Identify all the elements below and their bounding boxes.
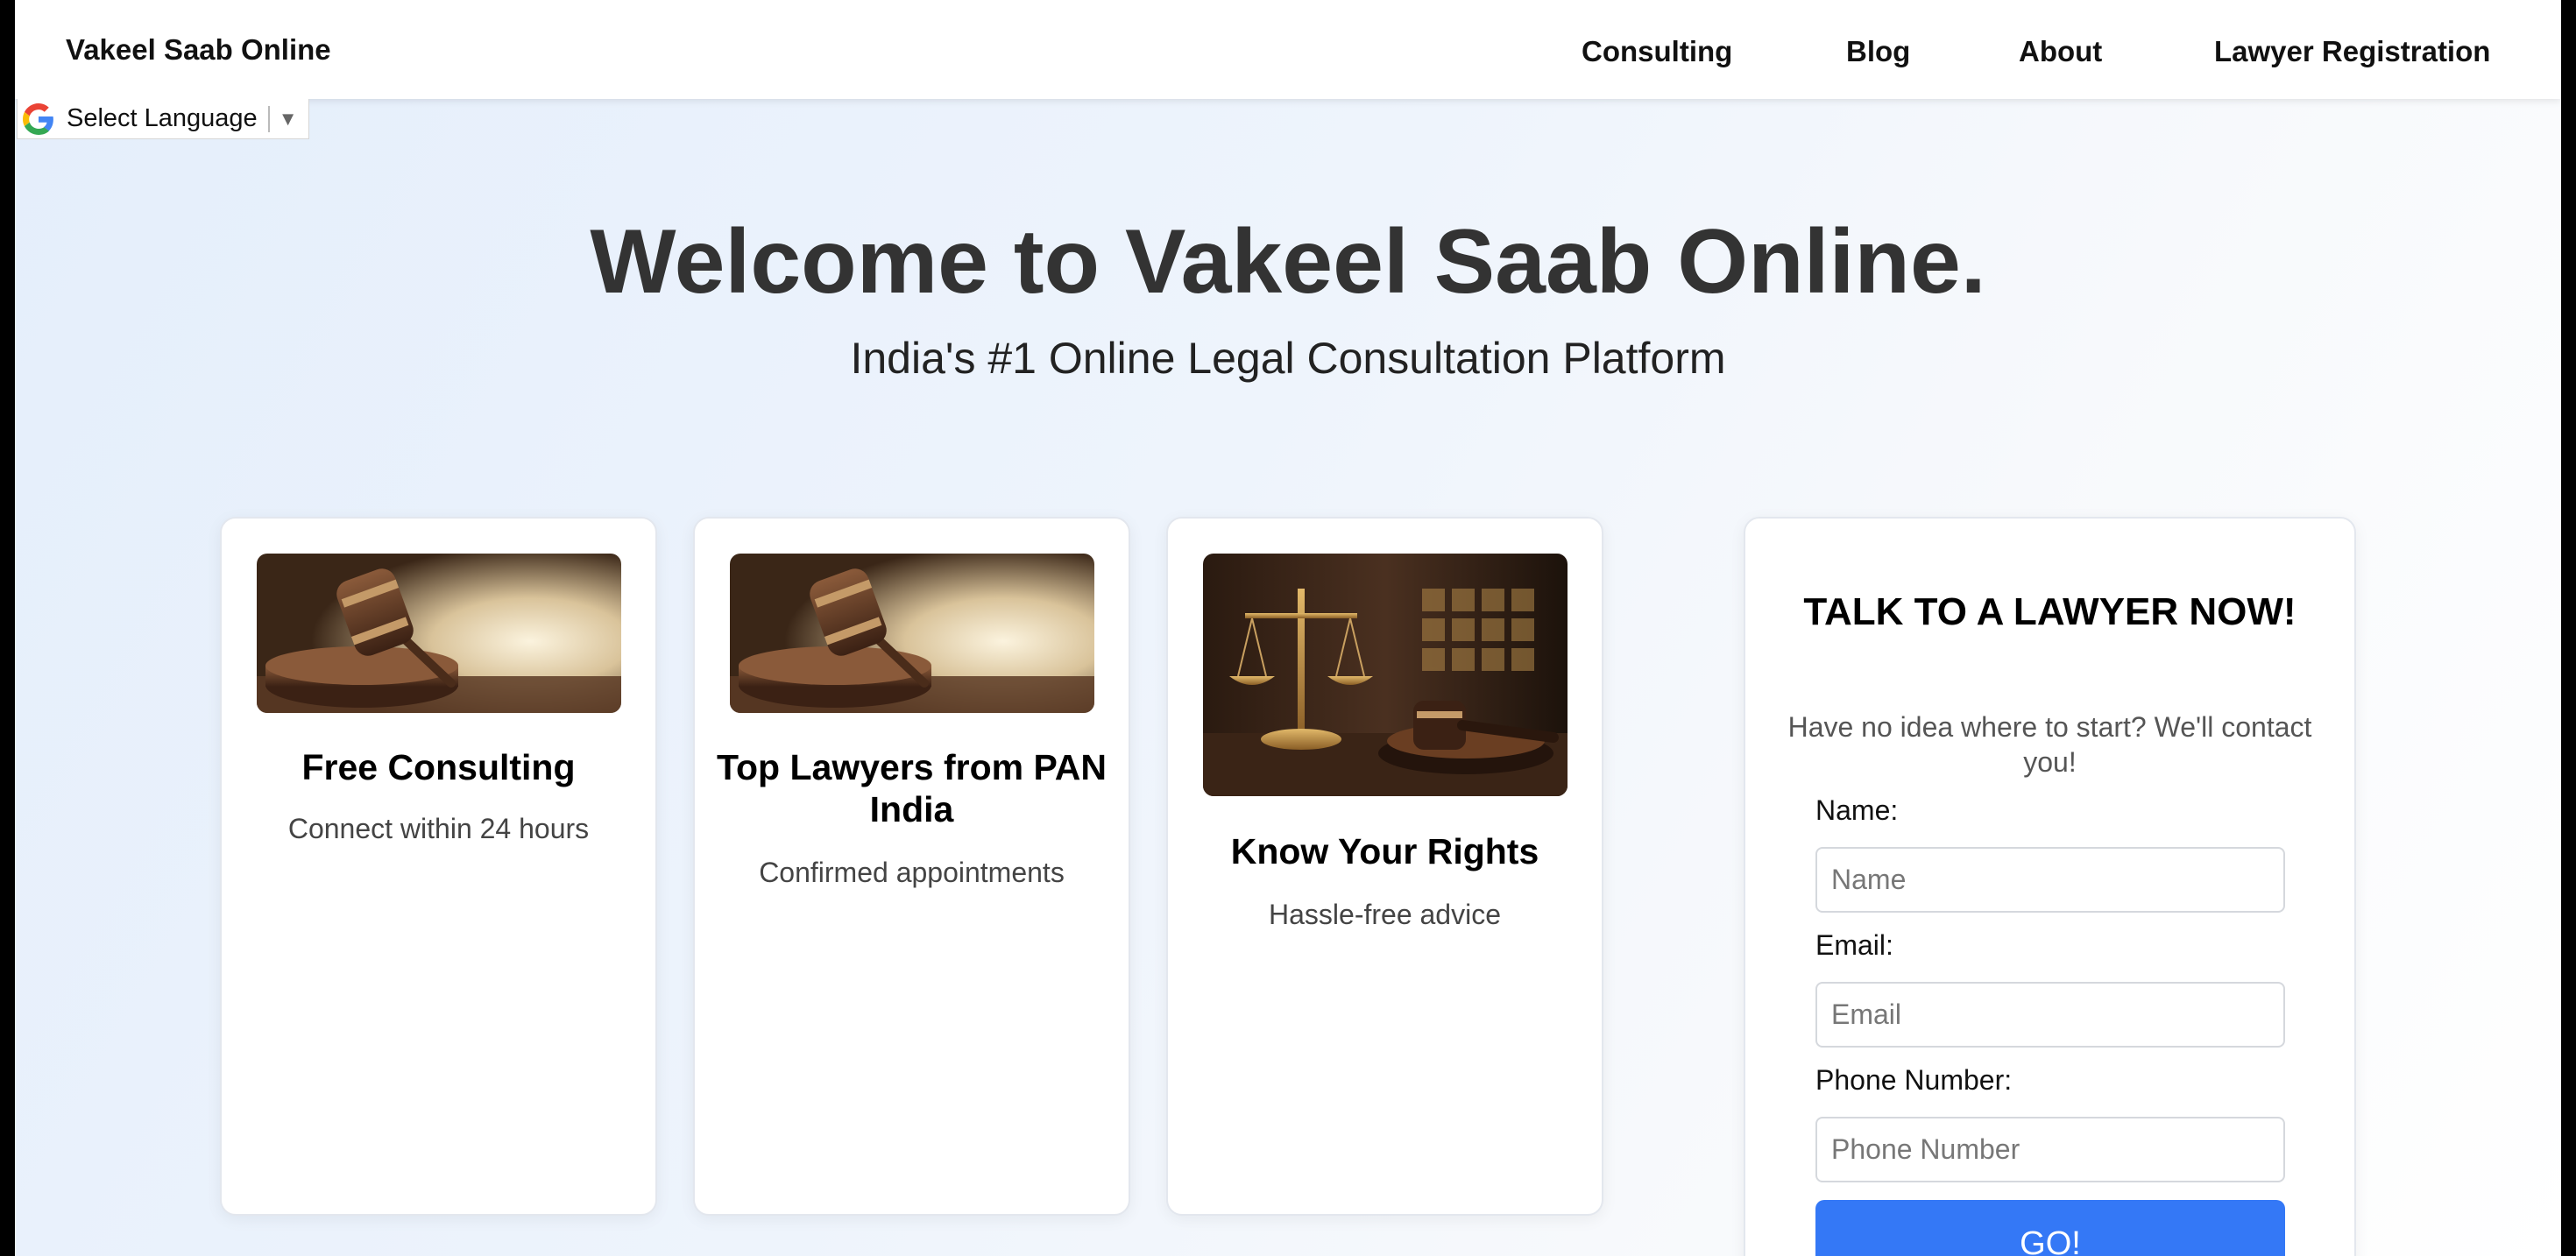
nav-link-lawyer-registration[interactable]: Lawyer Registration [2214, 35, 2490, 68]
language-selector-label: Select Language [67, 104, 258, 132]
submit-button[interactable]: GO! [1815, 1200, 2285, 1256]
phone-label: Phone Number: [1815, 1064, 2013, 1096]
feature-card-title: Know Your Rights [1230, 831, 1539, 871]
scales-of-justice-image [1203, 554, 1568, 796]
form-subtitle: Have no idea where to start? We'll conta… [1787, 711, 2312, 778]
nav-link-about[interactable]: About [2019, 35, 2102, 68]
form-title: TALK TO A LAWYER NOW! [1803, 590, 2296, 633]
dropdown-arrow-icon[interactable]: ▼ [279, 108, 298, 131]
divider [267, 105, 270, 132]
browser-page: Vakeel Saab Online Consulting Blog About… [15, 0, 2561, 1256]
name-label: Name: [1815, 794, 1899, 826]
feature-card-top-lawyers: Top Lawyers from PAN India Confirmed app… [693, 517, 1130, 1216]
hero-title: Welcome to Vakeel Saab Online. [590, 211, 1986, 313]
gavel-image [730, 554, 1094, 713]
feature-card-know-your-rights: Know Your Rights Hassle-free advice [1166, 517, 1603, 1216]
feature-card-description: Connect within 24 hours [287, 813, 590, 844]
phone-input[interactable] [1815, 1117, 2285, 1182]
email-label: Email: [1815, 929, 1893, 961]
feature-card-description: Confirmed appointments [759, 857, 1065, 888]
feature-card-free-consulting: Free Consulting Connect within 24 hours [220, 517, 657, 1216]
email-input[interactable] [1815, 982, 2285, 1048]
nav-link-consulting[interactable]: Consulting [1582, 35, 1732, 68]
name-input[interactable] [1815, 847, 2285, 913]
feature-card-description: Hassle-free advice [1269, 899, 1501, 930]
google-g-icon [21, 102, 56, 137]
language-selector[interactable]: Select Language ▼ [17, 99, 309, 139]
brand-logo-link[interactable]: Vakeel Saab Online [66, 33, 331, 67]
feature-card-title: Top Lawyers from PAN India [717, 747, 1107, 829]
navbar: Vakeel Saab Online Consulting Blog About… [15, 0, 2561, 99]
nav-link-blog[interactable]: Blog [1846, 35, 1910, 68]
feature-card-title: Free Consulting [301, 747, 576, 787]
hero-subtitle: India's #1 Online Legal Consultation Pla… [850, 334, 1726, 383]
gavel-image [257, 554, 621, 713]
contact-form: TALK TO A LAWYER NOW! Have no idea where… [1744, 517, 2356, 1256]
